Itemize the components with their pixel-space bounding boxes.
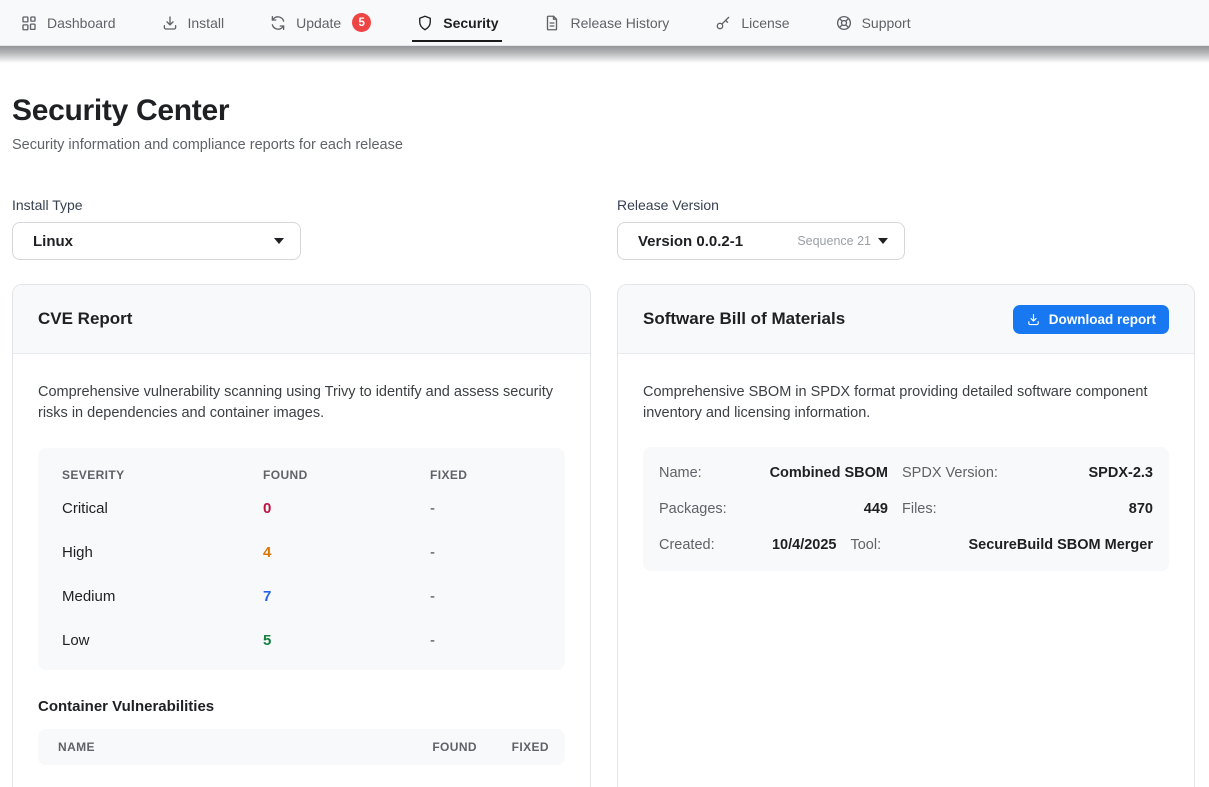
sbom-card-header: Software Bill of Materials Download repo… <box>618 285 1194 354</box>
name-column-header: Name <box>58 740 415 754</box>
table-row-critical: Critical 0 - <box>62 486 541 530</box>
install-type-label: Install Type <box>12 197 591 213</box>
release-version-filter: Release Version Version 0.0.2-1 Sequence… <box>617 197 905 260</box>
nav-label: Support <box>862 15 911 31</box>
chevron-down-icon <box>274 238 284 244</box>
download-icon <box>1026 312 1041 327</box>
nav-label: License <box>741 15 789 31</box>
cve-card-title: CVE Report <box>38 309 132 329</box>
table-row: Name: Combined SBOM SPDX Version: SPDX-2… <box>659 455 1153 491</box>
security-center-page: Security Center Security information and… <box>0 94 1209 787</box>
document-icon <box>543 14 561 32</box>
nav-tab-update[interactable]: Update 5 <box>265 0 375 45</box>
fixed-count: - <box>430 500 541 517</box>
release-version-value: Version 0.0.2-1 <box>638 233 797 250</box>
nav-label: Update <box>296 15 341 31</box>
sbom-detail-label: SPDX Version: <box>902 465 1006 481</box>
found-count: 7 <box>263 588 430 605</box>
nav-label: Security <box>443 15 498 31</box>
cve-description: Comprehensive vulnerability scanning usi… <box>38 382 563 424</box>
sbom-detail-value: 10/4/2025 <box>755 537 836 553</box>
shield-icon <box>416 14 434 32</box>
sbom-detail-label: Created: <box>659 537 741 553</box>
install-type-value: Linux <box>33 233 274 250</box>
sbom-detail-label: Tool: <box>850 537 954 553</box>
release-version-select[interactable]: Version 0.0.2-1 Sequence 21 <box>617 222 905 260</box>
table-row: Created: 10/4/2025 Tool: SecureBuild SBO… <box>659 527 1153 563</box>
nav-tab-dashboard[interactable]: Dashboard <box>16 0 120 45</box>
nav-tab-release-history[interactable]: Release History <box>539 0 673 45</box>
found-count: 5 <box>263 632 430 649</box>
cve-card-header: CVE Report <box>13 285 590 354</box>
nav-label: Install <box>188 15 225 31</box>
found-count: 0 <box>263 500 430 517</box>
download-report-label: Download report <box>1049 312 1156 327</box>
release-version-label: Release Version <box>617 197 905 213</box>
sbom-card-title: Software Bill of Materials <box>643 309 845 329</box>
report-cards-row: CVE Report Comprehensive vulnerability s… <box>12 284 1195 787</box>
nav-tab-install[interactable]: Install <box>157 0 229 45</box>
sbom-details-table: Name: Combined SBOM SPDX Version: SPDX-2… <box>643 447 1169 571</box>
release-sequence-label: Sequence 21 <box>797 234 871 248</box>
cve-card-body: Comprehensive vulnerability scanning usi… <box>13 354 590 765</box>
download-icon <box>161 14 179 32</box>
fixed-count: - <box>430 632 541 649</box>
top-navigation: Dashboard Install Update 5 Security Rele… <box>0 0 1209 46</box>
nav-tab-license[interactable]: License <box>710 0 793 45</box>
sbom-detail-value: 449 <box>755 501 888 517</box>
container-vulnerabilities-table-header: Name Found Fixed <box>38 729 565 765</box>
fixed-column-header: Fixed <box>509 740 549 754</box>
page-title: Security Center <box>12 94 1195 128</box>
install-type-filter: Install Type Linux <box>12 197 591 260</box>
severity-table-header: Severity Found Fixed <box>62 468 541 486</box>
sbom-detail-label: Files: <box>902 501 1006 517</box>
container-vulnerabilities-title: Container Vulnerabilities <box>38 698 565 715</box>
install-type-select[interactable]: Linux <box>12 222 301 260</box>
sbom-detail-value: SPDX-2.3 <box>1020 465 1153 481</box>
sbom-detail-label: Name: <box>659 465 741 481</box>
page-subtitle: Security information and compliance repo… <box>12 137 1195 153</box>
severity-label: Critical <box>62 500 263 517</box>
nav-tab-support[interactable]: Support <box>831 0 915 45</box>
nav-label: Release History <box>570 15 669 31</box>
severity-label: Low <box>62 632 263 649</box>
filters-row: Install Type Linux Release Version Versi… <box>12 197 1195 260</box>
table-row-medium: Medium 7 - <box>62 574 541 618</box>
found-column-header: Found <box>415 740 477 754</box>
found-count: 4 <box>263 544 430 561</box>
severity-table: Severity Found Fixed Critical 0 - High 4… <box>38 448 565 670</box>
header-shadow-divider <box>0 46 1209 63</box>
lifebuoy-icon <box>835 14 853 32</box>
nav-label: Dashboard <box>47 15 116 31</box>
sbom-detail-value: 870 <box>1020 501 1153 517</box>
chevron-down-icon <box>878 238 888 244</box>
sbom-detail-value: Combined SBOM <box>755 465 888 481</box>
refresh-icon <box>269 14 287 32</box>
dashboard-grid-icon <box>20 14 38 32</box>
severity-label: Medium <box>62 588 263 605</box>
sbom-detail-value: SecureBuild SBOM Merger <box>968 537 1153 553</box>
severity-column-header: Severity <box>62 468 263 482</box>
fixed-count: - <box>430 544 541 561</box>
severity-label: High <box>62 544 263 561</box>
sbom-description: Comprehensive SBOM in SPDX format provid… <box>643 382 1158 424</box>
sbom-card: Software Bill of Materials Download repo… <box>617 284 1195 787</box>
table-row-high: High 4 - <box>62 530 541 574</box>
download-report-button[interactable]: Download report <box>1013 305 1169 334</box>
sbom-detail-label: Packages: <box>659 501 741 517</box>
cve-report-card: CVE Report Comprehensive vulnerability s… <box>12 284 591 787</box>
fixed-column-header: Fixed <box>430 468 541 482</box>
update-count-badge: 5 <box>352 13 371 32</box>
fixed-count: - <box>430 588 541 605</box>
sbom-card-body: Comprehensive SBOM in SPDX format provid… <box>618 354 1194 571</box>
nav-tab-security[interactable]: Security <box>412 0 502 45</box>
key-icon <box>714 14 732 32</box>
table-row-low: Low 5 - <box>62 618 541 662</box>
table-row: Packages: 449 Files: 870 <box>659 491 1153 527</box>
found-column-header: Found <box>263 468 430 482</box>
